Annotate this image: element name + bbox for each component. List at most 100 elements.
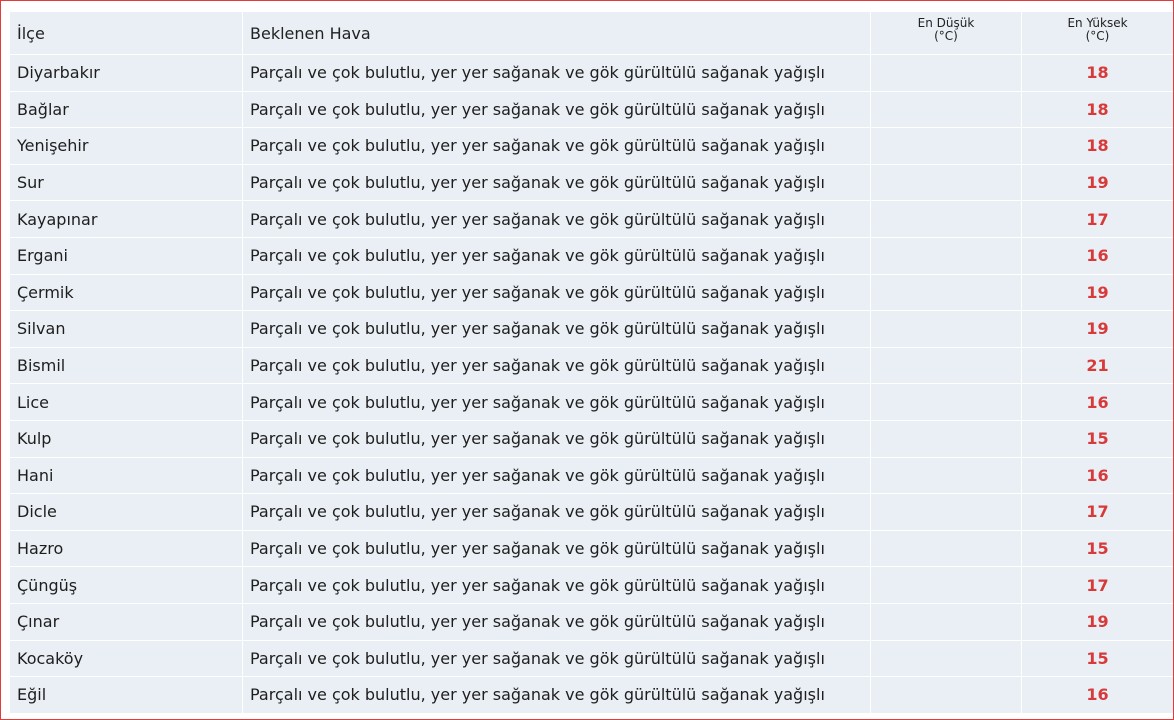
max-temperature-cell: 19 [1022,311,1173,348]
min-temperature-cell [871,274,1022,312]
district-cell: Çermik [10,274,243,312]
min-temperature-cell [871,201,1022,238]
weather-cell: Parçalı ve çok bulutlu, yer yer sağanak … [243,494,871,531]
max-temperature-cell: 19 [1022,164,1173,202]
weather-cell: Parçalı ve çok bulutlu, yer yer sağanak … [243,347,871,385]
table-row: Çermik Parçalı ve çok bulutlu, yer yer sa… [10,274,1173,312]
weather-cell: Parçalı ve çok bulutlu, yer yer sağanak … [243,311,871,348]
max-temperature-cell: 19 [1022,603,1173,641]
forecast-table: İlçe Beklenen Hava En Düşük (°C) En Yüks… [10,12,1173,714]
district-cell: Silvan [10,311,243,348]
max-temperature-cell: 21 [1022,347,1173,385]
min-temperature-cell [871,347,1022,385]
table-row: Bağlar Parçalı ve çok bulutlu, yer yer sa… [10,91,1173,129]
table-row: Silvan Parçalı ve çok bulutlu, yer yer sa… [10,311,1173,348]
table-row: Kocaköy Parçalı ve çok bulutlu, yer yer s… [10,640,1173,678]
district-cell: Sur [10,164,243,202]
header-min-unit: (°C) [934,29,958,43]
table-row: Bismil Parçalı ve çok bulutlu, yer yer sa… [10,347,1173,385]
min-temperature-cell [871,567,1022,604]
weather-cell: Parçalı ve çok bulutlu, yer yer sağanak … [243,55,871,92]
min-temperature-cell [871,420,1022,458]
table-row: Kulp Parçalı ve çok bulutlu, yer yer sağa… [10,420,1173,458]
table-row: Yenişehir Parçalı ve çok bulutlu, yer yer… [10,128,1173,165]
max-temperature-cell: 17 [1022,567,1173,604]
table-row: Sur Parçalı ve çok bulutlu, yer yer sağan… [10,164,1173,202]
weather-cell: Parçalı ve çok bulutlu, yer yer sağanak … [243,567,871,604]
weather-cell: Parçalı ve çok bulutlu, yer yer sağanak … [243,530,871,568]
min-temperature-cell [871,530,1022,568]
max-temperature-cell: 18 [1022,55,1173,92]
weather-cell: Parçalı ve çok bulutlu, yer yer sağanak … [243,201,871,238]
weather-cell: Parçalı ve çok bulutlu, yer yer sağanak … [243,164,871,202]
district-cell: Kocaköy [10,640,243,678]
max-temperature-cell: 15 [1022,420,1173,458]
min-temperature-cell [871,640,1022,678]
district-cell: Çınar [10,603,243,641]
weather-cell: Parçalı ve çok bulutlu, yer yer sağanak … [243,677,871,714]
table-row: Çınar Parçalı ve çok bulutlu, yer yer sağ… [10,603,1173,641]
weather-cell: Parçalı ve çok bulutlu, yer yer sağanak … [243,384,871,421]
weather-cell: Parçalı ve çok bulutlu, yer yer sağanak … [243,640,871,678]
max-temperature-cell: 15 [1022,640,1173,678]
min-temperature-cell [871,384,1022,421]
table-row: Hazro Parçalı ve çok bulutlu, yer yer sağ… [10,530,1173,568]
district-cell: Hani [10,457,243,495]
district-cell: Kulp [10,420,243,458]
district-cell: Kayapınar [10,201,243,238]
district-cell: Hazro [10,530,243,568]
max-temperature-cell: 15 [1022,530,1173,568]
weather-cell: Parçalı ve çok bulutlu, yer yer sağanak … [243,128,871,165]
header-min-temperature: En Düşük (°C) [871,12,1022,55]
weather-cell: Parçalı ve çok bulutlu, yer yer sağanak … [243,420,871,458]
header-weather: Beklenen Hava [243,12,871,55]
max-temperature-cell: 19 [1022,274,1173,312]
district-cell: Ergani [10,237,243,275]
header-max-unit: (°C) [1085,29,1110,43]
table-row: Ergani Parçalı ve çok bulutlu, yer yer sa… [10,237,1173,275]
min-temperature-cell [871,603,1022,641]
min-temperature-cell [871,677,1022,714]
table-row: Diyarbakır Parçalı ve çok bulutlu, yer ye… [10,55,1173,92]
header-district: İlçe [10,12,243,55]
max-temperature-cell: 17 [1022,494,1173,531]
min-temperature-cell [871,457,1022,495]
min-temperature-cell [871,237,1022,275]
weather-cell: Parçalı ve çok bulutlu, yer yer sağanak … [243,457,871,495]
weather-cell: Parçalı ve çok bulutlu, yer yer sağanak … [243,91,871,129]
min-temperature-cell [871,55,1022,92]
table-header-row: İlçe Beklenen Hava En Düşük (°C) En Yüks… [10,12,1173,55]
table-row: Çüngüş Parçalı ve çok bulutlu, yer yer sa… [10,567,1173,604]
table-row: Eğil Parçalı ve çok bulutlu, yer yer sağa… [10,677,1173,714]
table-row: Kayapınar Parçalı ve çok bulutlu, yer yer… [10,201,1173,238]
min-temperature-cell [871,311,1022,348]
max-temperature-cell: 16 [1022,457,1173,495]
max-temperature-cell: 18 [1022,91,1173,129]
district-cell: Çüngüş [10,567,243,604]
district-cell: Diyarbakır [10,55,243,92]
district-cell: Bağlar [10,91,243,129]
min-temperature-cell [871,128,1022,165]
district-cell: Bismil [10,347,243,385]
weather-cell: Parçalı ve çok bulutlu, yer yer sağanak … [243,603,871,641]
district-cell: Lice [10,384,243,421]
max-temperature-cell: 16 [1022,384,1173,421]
table-row: Dicle Parçalı ve çok bulutlu, yer yer sağ… [10,494,1173,531]
table-body: Diyarbakır Parçalı ve çok bulutlu, yer ye… [10,55,1173,714]
header-max-temperature: En Yüksek (°C) [1022,12,1173,55]
min-temperature-cell [871,494,1022,531]
district-cell: Eğil [10,677,243,714]
weather-cell: Parçalı ve çok bulutlu, yer yer sağanak … [243,274,871,312]
district-cell: Dicle [10,494,243,531]
table-row: Hani Parçalı ve çok bulutlu, yer yer sağa… [10,457,1173,495]
weather-cell: Parçalı ve çok bulutlu, yer yer sağanak … [243,237,871,275]
min-temperature-cell [871,91,1022,129]
max-temperature-cell: 16 [1022,237,1173,275]
max-temperature-cell: 18 [1022,128,1173,165]
district-cell: Yenişehir [10,128,243,165]
max-temperature-cell: 16 [1022,677,1173,714]
table-row: Lice Parçalı ve çok bulutlu, yer yer sağa… [10,384,1173,421]
page-frame: İlçe Beklenen Hava En Düşük (°C) En Yüks… [0,0,1174,720]
max-temperature-cell: 17 [1022,201,1173,238]
min-temperature-cell [871,164,1022,202]
